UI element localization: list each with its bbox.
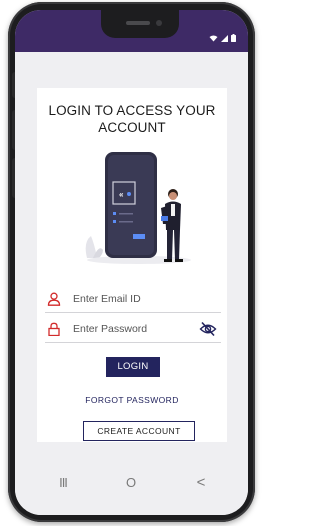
phone-screen: LOGIN TO ACCESS YOUR ACCOUNT « Enter Ema… xyxy=(15,10,248,515)
device-mockup: LOGIN TO ACCESS YOUR ACCOUNT « Enter Ema… xyxy=(0,0,263,526)
password-input[interactable] xyxy=(73,321,193,337)
status-icons xyxy=(209,34,236,42)
email-field xyxy=(45,288,221,313)
login-illustration: « xyxy=(85,152,191,264)
password-field xyxy=(45,318,221,343)
eye-off-icon[interactable] xyxy=(199,321,217,337)
login-button[interactable]: LOGIN xyxy=(106,357,160,377)
forgot-password-link[interactable]: FORGOT PASSWORD xyxy=(37,395,227,405)
back-button[interactable]: < xyxy=(186,471,216,495)
login-card: LOGIN TO ACCESS YOUR ACCOUNT « Enter Ema… xyxy=(37,88,227,442)
notch xyxy=(101,10,179,38)
wifi-icon xyxy=(209,35,218,41)
home-button[interactable]: O xyxy=(116,471,146,495)
user-icon xyxy=(47,292,61,306)
email-input[interactable] xyxy=(73,291,193,307)
login-title: LOGIN TO ACCESS YOUR ACCOUNT xyxy=(48,103,216,135)
svg-text:«: « xyxy=(119,190,124,199)
recents-button[interactable]: III xyxy=(48,471,78,495)
front-camera xyxy=(156,20,162,26)
signal-icon xyxy=(221,34,228,42)
create-account-button[interactable]: CREATE ACCOUNT xyxy=(83,421,195,441)
status-bar xyxy=(15,10,248,52)
android-nav-bar: III O < xyxy=(15,465,248,515)
speaker-grille xyxy=(126,21,150,25)
battery-icon xyxy=(231,34,236,42)
lock-icon xyxy=(48,322,60,336)
